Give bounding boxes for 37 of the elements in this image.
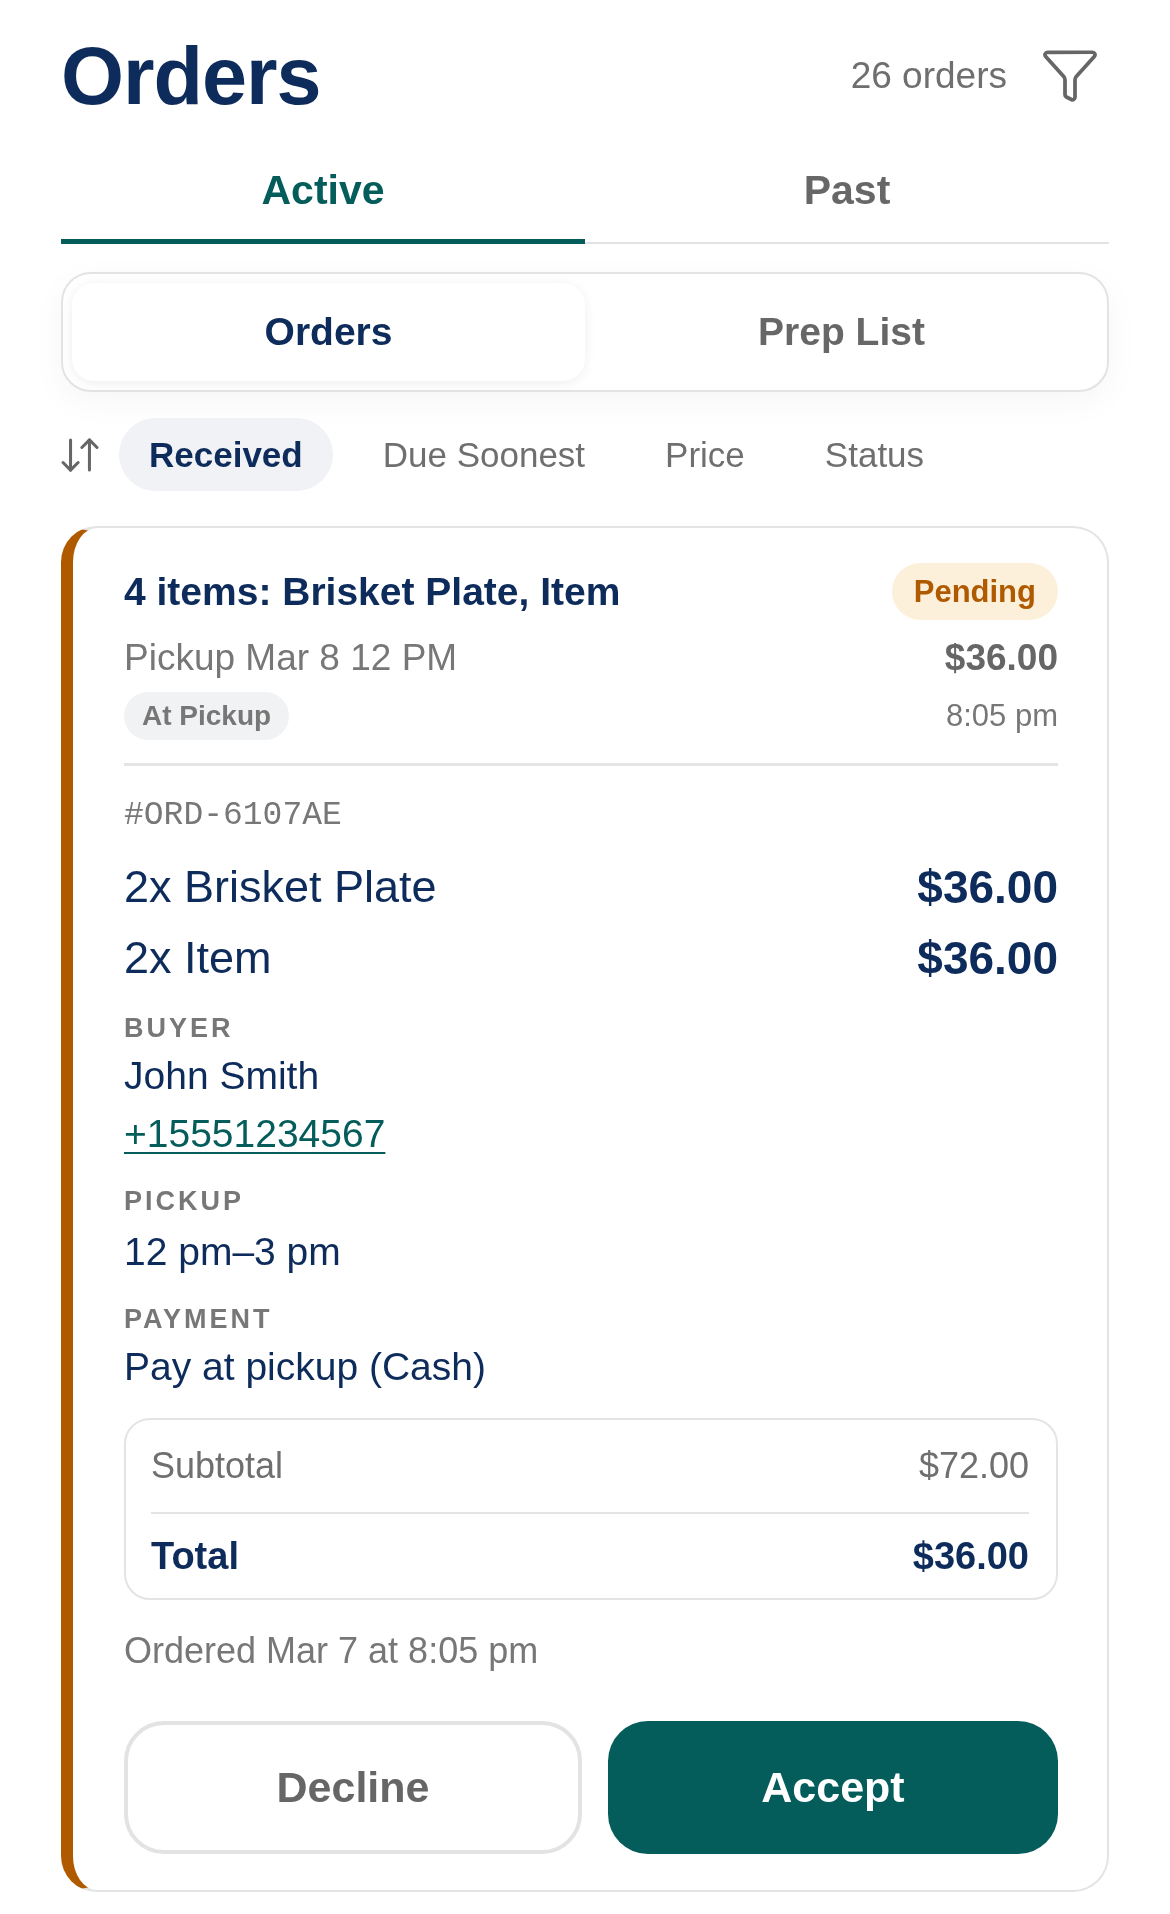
pickup-time: Pickup Mar 8 12 PM (124, 637, 458, 679)
item-price: $36.00 (917, 859, 1058, 914)
sort-option[interactable]: Due Soonest (352, 418, 616, 491)
status-badge: Pending (891, 563, 1058, 620)
order-summary: 4 items: Brisket Plate, Item (124, 569, 621, 614)
section-label: BUYER (124, 1012, 235, 1045)
view-segment[interactable]: Prep List (585, 283, 1098, 381)
decline-button[interactable]: Decline (124, 1721, 582, 1854)
sort-arrows-icon[interactable] (61, 437, 99, 472)
order-id: #ORD-6107AE (124, 796, 343, 836)
item-name: 2x Brisket Plate (124, 860, 437, 913)
tab[interactable]: Past (585, 128, 1109, 244)
item-name: 2x Item (124, 931, 272, 984)
subtotal-label: Subtotal (151, 1445, 284, 1487)
payment-method: Pay at pickup (Cash) (124, 1344, 487, 1390)
order-price: $36.00 (944, 637, 1058, 679)
phone-link[interactable]: +15551234567 (124, 1110, 386, 1158)
tab[interactable]: Active (61, 128, 585, 244)
accept-button[interactable]: Accept (608, 1721, 1058, 1854)
buyer-name: John Smith (124, 1053, 321, 1099)
ordered-at: Ordered Mar 7 at 8:05 pm (124, 1629, 540, 1673)
subtotal-value: $72.00 (918, 1445, 1029, 1487)
received-time: 8:05 pm (946, 698, 1058, 734)
total-label: Total (151, 1534, 239, 1578)
filter-icon[interactable] (1043, 50, 1097, 102)
sort-option[interactable]: Status (794, 418, 955, 491)
section-label: PICKUP (124, 1185, 245, 1218)
sort-option[interactable]: Price (635, 418, 775, 491)
view-segment[interactable]: Orders (72, 283, 585, 381)
order-count: 26 orders (850, 55, 1007, 97)
section-label: PAYMENT (124, 1303, 274, 1336)
fulfillment-tag: At Pickup (124, 692, 290, 740)
item-price: $36.00 (917, 930, 1058, 985)
total-value: $36.00 (912, 1534, 1029, 1578)
pickup-window: 12 pm–3 pm (124, 1228, 1058, 1276)
page-title: Orders (61, 29, 321, 123)
sort-option[interactable]: Received (119, 418, 333, 491)
